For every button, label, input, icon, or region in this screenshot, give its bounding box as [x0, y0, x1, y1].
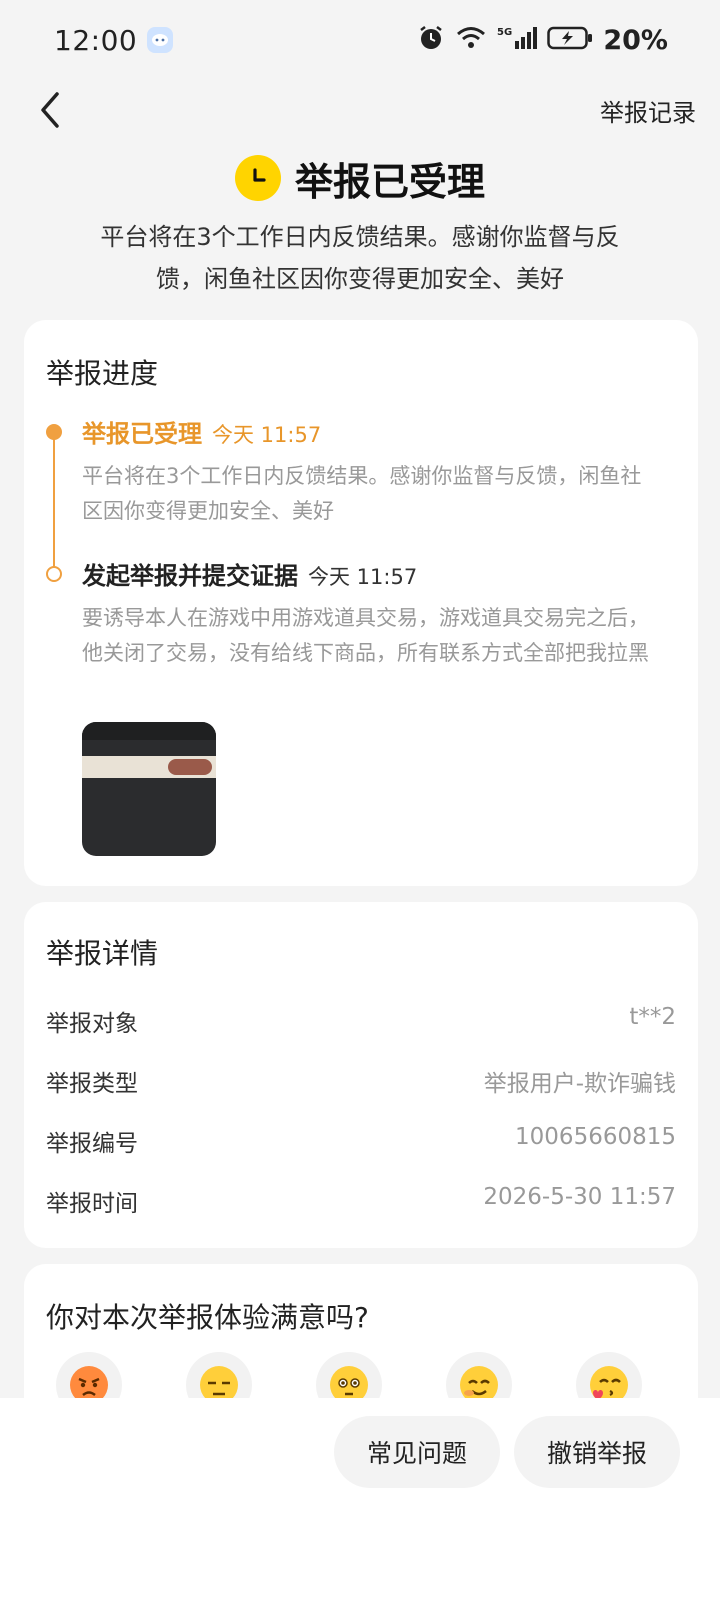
detail-row-number: 举报编号 10065660815 [46, 1124, 676, 1158]
progress-card: 举报进度 举报已受理 今天 11:57 平台将在3个工作日内反馈结果。感谢你监督… [24, 320, 698, 886]
timeline-item-time: 今天 11:57 [212, 423, 322, 447]
back-button[interactable] [30, 90, 70, 130]
detail-value: 2026-5-30 11:57 [483, 1184, 676, 1210]
battery-charging-icon [547, 26, 593, 54]
hero-subtitle: 平台将在3个工作日内反馈结果。感谢你监督与反馈，闲鱼社区因你变得更加安全、美好 [100, 223, 620, 293]
detail-value: 举报用户-欺诈骗钱 [483, 1071, 676, 1097]
detail-row-time: 举报时间 2026-5-30 11:57 [46, 1184, 676, 1218]
status-hero: 举报已受理 平台将在3个工作日内反馈结果。感谢你监督与反馈，闲鱼社区因你变得更加… [0, 152, 720, 300]
hero-title-row: 举报已受理 [0, 152, 720, 204]
battery-percent: 20% [603, 24, 668, 56]
bottom-action-bar: 常见问题 撤销举报 [0, 1398, 720, 1614]
thumbnail-banner-art [168, 759, 212, 775]
top-nav: 举报记录 [0, 80, 720, 140]
timeline-item-desc: 平台将在3个工作日内反馈结果。感谢你监督与反馈，闲鱼社区因你变得更加安全、美好 [82, 464, 642, 523]
timeline-item: 发起举报并提交证据 今天 11:57 要诱导本人在游戏中用游戏道具交易，游戏道具… [82, 556, 662, 671]
detail-key: 举报类型 [46, 1071, 138, 1097]
detail-key: 举报时间 [46, 1191, 138, 1217]
thumbnail-banner [82, 756, 216, 778]
survey-title: 你对本次举报体验满意吗? [46, 1301, 369, 1334]
timeline-item-head: 举报已受理 今天 11:57 [82, 414, 662, 449]
cancel-report-button[interactable]: 撤销举报 [514, 1416, 680, 1488]
timeline-dot-current [46, 424, 62, 440]
timeline-item-time: 今天 11:57 [308, 565, 418, 589]
timeline-item: 举报已受理 今天 11:57 平台将在3个工作日内反馈结果。感谢你监督与反馈，闲… [82, 414, 662, 529]
detail-value: t**2 [629, 1004, 676, 1030]
timeline-item-name: 举报已受理 [82, 420, 202, 448]
timeline-dot-past [46, 566, 62, 582]
detail-row-target: 举报对象 t**2 [46, 1004, 676, 1038]
status-right: 5G 20% [417, 24, 668, 56]
timeline-line [53, 432, 55, 578]
timeline-item-desc: 要诱导本人在游戏中用游戏道具交易，游戏道具交易完之后，他关闭了交易，没有给线下商… [82, 606, 649, 665]
status-time: 12:00 [54, 23, 138, 57]
detail-row-type: 举报类型 举报用户-欺诈骗钱 [46, 1064, 676, 1098]
detail-value: 10065660815 [515, 1124, 676, 1150]
wifi-icon [455, 25, 487, 55]
details-card: 举报详情 举报对象 t**2 举报类型 举报用户-欺诈骗钱 举报编号 10065… [24, 902, 698, 1248]
thumbnail-header [82, 722, 216, 740]
detail-key: 举报对象 [46, 1011, 138, 1037]
timeline-item-name: 发起举报并提交证据 [82, 562, 298, 590]
signal-5g-icon: 5G [497, 25, 538, 55]
timeline-item-head: 发起举报并提交证据 今天 11:57 [82, 556, 662, 591]
progress-title: 举报进度 [46, 357, 159, 390]
chevron-left-icon [41, 92, 59, 128]
report-records-link[interactable]: 举报记录 [600, 93, 696, 128]
status-left: 12:00 [54, 23, 174, 57]
detail-key: 举报编号 [46, 1131, 138, 1157]
svg-text:5G: 5G [497, 27, 512, 38]
details-title: 举报详情 [46, 937, 159, 970]
clock-icon [234, 155, 281, 201]
hero-title: 举报已受理 [294, 159, 485, 204]
mascot-icon [147, 27, 174, 53]
alarm-icon [417, 24, 445, 56]
evidence-thumbnail[interactable] [82, 722, 216, 856]
faq-button[interactable]: 常见问题 [334, 1416, 500, 1488]
status-bar: 12:00 5G 20% [0, 0, 720, 80]
